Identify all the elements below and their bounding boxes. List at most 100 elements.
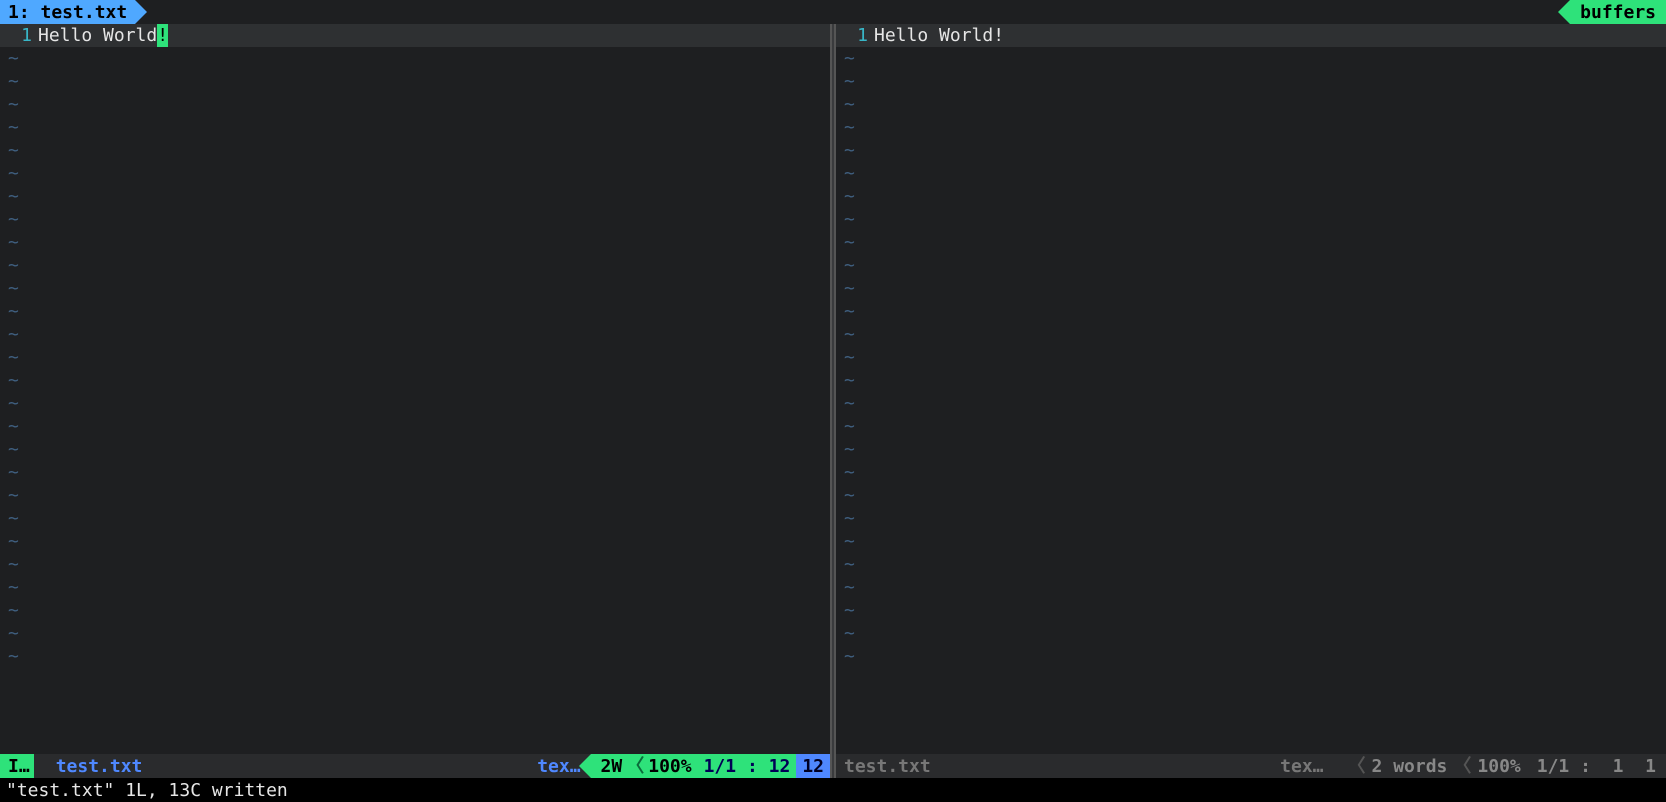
empty-line-tilde: ~ [836, 507, 1666, 530]
empty-line-tilde: ~ [836, 415, 1666, 438]
empty-line-tilde: ~ [0, 116, 830, 139]
status-sep: : [1569, 755, 1612, 778]
empty-line-tilde: ~ [836, 185, 1666, 208]
command-line-text: "test.txt" 1L, 13C written [6, 779, 288, 802]
empty-line-tilde: ~ [836, 208, 1666, 231]
chevron-left-icon: 〈 [1447, 755, 1477, 778]
empty-line-tilde: ~ [836, 553, 1666, 576]
empty-line-tilde: ~ [0, 323, 830, 346]
status-line-total: 1/1 [1537, 755, 1570, 778]
empty-line-tilde: ~ [0, 599, 830, 622]
status-col2: 1 [1645, 755, 1656, 778]
status-stats: 2W 〈 100% [591, 754, 700, 778]
empty-line-tilde: ~ [836, 576, 1666, 599]
line-text: Hello World! [874, 24, 1004, 47]
buffer-tab-1[interactable]: 1: test.txt [0, 0, 135, 24]
status-spacer [150, 754, 529, 778]
empty-line-tilde: ~ [0, 415, 830, 438]
empty-line-tilde: ~ [836, 93, 1666, 116]
empty-line-tilde: ~ [0, 553, 830, 576]
empty-line-tilde: ~ [836, 323, 1666, 346]
empty-line-tilde: ~ [0, 185, 830, 208]
status-line-total: 1/1 [704, 755, 737, 778]
empty-line-tilde: ~ [0, 438, 830, 461]
empty-line-tilde: ~ [836, 530, 1666, 553]
empty-line-tilde: ~ [836, 277, 1666, 300]
empty-line-tilde: ~ [836, 369, 1666, 392]
empty-line-tilde: ~ [0, 208, 830, 231]
empty-line-tilde: ~ [836, 392, 1666, 415]
empty-line-tilde: ~ [836, 461, 1666, 484]
empty-line-tilde: ~ [836, 622, 1666, 645]
empty-line-tilde: ~ [836, 47, 1666, 70]
empty-line-tilde: ~ [836, 231, 1666, 254]
text-line[interactable]: 1 Hello World! [0, 24, 830, 47]
status-filetype-text: tex… [537, 755, 580, 778]
status-position: 1/1 : 12 [700, 754, 797, 778]
status-filename: test.txt [836, 754, 939, 778]
status-percent: 100% [648, 755, 691, 778]
split-container: 1 Hello World! ~~~~~~~~~~~~~~~~~~~~~~~~~… [0, 24, 1666, 778]
statusline-right: test.txt tex… 〈 2 words 〈 100% 1/1 : 1 [836, 754, 1666, 778]
empty-line-tilde: ~ [836, 438, 1666, 461]
empty-line-tilde: ~ [0, 576, 830, 599]
empty-line-tilde: ~ [836, 254, 1666, 277]
empty-line-tilde: ~ [0, 346, 830, 369]
empty-line-tilde: ~ [0, 47, 830, 70]
empty-line-tilde: ~ [0, 392, 830, 415]
status-sep: : [736, 755, 769, 778]
status-filetype-text: tex… [1280, 755, 1323, 778]
empty-line-tilde: ~ [836, 645, 1666, 668]
empty-line-tilde: ~ [836, 300, 1666, 323]
right-buffer[interactable]: 1 Hello World! ~~~~~~~~~~~~~~~~~~~~~~~~~… [836, 24, 1666, 754]
status-percent: 100% [1477, 755, 1520, 778]
mode-label: I… [8, 755, 30, 778]
line-number: 1 [836, 24, 874, 47]
empty-line-tilde: ~ [836, 116, 1666, 139]
status-col-highlight: 12 [796, 754, 830, 778]
empty-line-tilde: ~ [0, 622, 830, 645]
empty-line-tilde: ~ [0, 369, 830, 392]
status-spacer [939, 754, 1272, 778]
statusline-left: I… test.txt tex… 2W 〈 100% 1/1 : 12 [0, 754, 830, 778]
empty-line-tilde: ~ [0, 93, 830, 116]
left-buffer[interactable]: 1 Hello World! ~~~~~~~~~~~~~~~~~~~~~~~~~… [0, 24, 830, 754]
empty-line-tilde: ~ [836, 484, 1666, 507]
empty-line-tilde: ~ [0, 484, 830, 507]
empty-line-tilde: ~ [0, 231, 830, 254]
cursor-block: ! [157, 24, 168, 47]
right-pane[interactable]: 1 Hello World! ~~~~~~~~~~~~~~~~~~~~~~~~~… [836, 24, 1666, 778]
chevron-left-icon: 〈 [622, 755, 648, 778]
status-wordcount: 2W [601, 755, 623, 778]
chevron-left-icon: 〈 [1342, 755, 1372, 778]
empty-line-tilde: ~ [0, 139, 830, 162]
empty-line-tilde: ~ [0, 70, 830, 93]
empty-line-tilde: ~ [0, 507, 830, 530]
status-col-highlight-text: 12 [802, 755, 824, 778]
line-number: 1 [0, 24, 38, 47]
status-stats: 〈 2 words 〈 100% [1334, 754, 1529, 778]
status-position: 1/1 : 1 1 [1529, 754, 1666, 778]
left-pane[interactable]: 1 Hello World! ~~~~~~~~~~~~~~~~~~~~~~~~~… [0, 24, 830, 778]
empty-line-tilde: ~ [0, 530, 830, 553]
status-filename: test.txt [34, 754, 151, 778]
status-gap [1623, 755, 1645, 778]
line-text: Hello World [38, 24, 157, 47]
status-col1: 1 [1613, 755, 1624, 778]
command-line[interactable]: "test.txt" 1L, 13C written [0, 778, 1666, 802]
editor-frame: 1: test.txt buffers 1 Hello World! ~~~~~… [0, 0, 1666, 802]
status-col: 12 [769, 755, 791, 778]
empty-line-tilde: ~ [0, 277, 830, 300]
empty-line-tilde: ~ [836, 162, 1666, 185]
status-filename-text: test.txt [56, 755, 143, 778]
text-line[interactable]: 1 Hello World! [836, 24, 1666, 47]
buffers-tag-label: buffers [1580, 1, 1656, 24]
empty-line-tilde: ~ [0, 645, 830, 668]
empty-line-tilde: ~ [0, 461, 830, 484]
mode-indicator: I… [0, 754, 34, 778]
empty-line-tilde: ~ [0, 162, 830, 185]
buffers-tag[interactable]: buffers [1570, 0, 1666, 24]
status-wordcount: 2 words [1372, 755, 1448, 778]
empty-line-tilde: ~ [836, 70, 1666, 93]
status-filename-text: test.txt [844, 755, 931, 778]
